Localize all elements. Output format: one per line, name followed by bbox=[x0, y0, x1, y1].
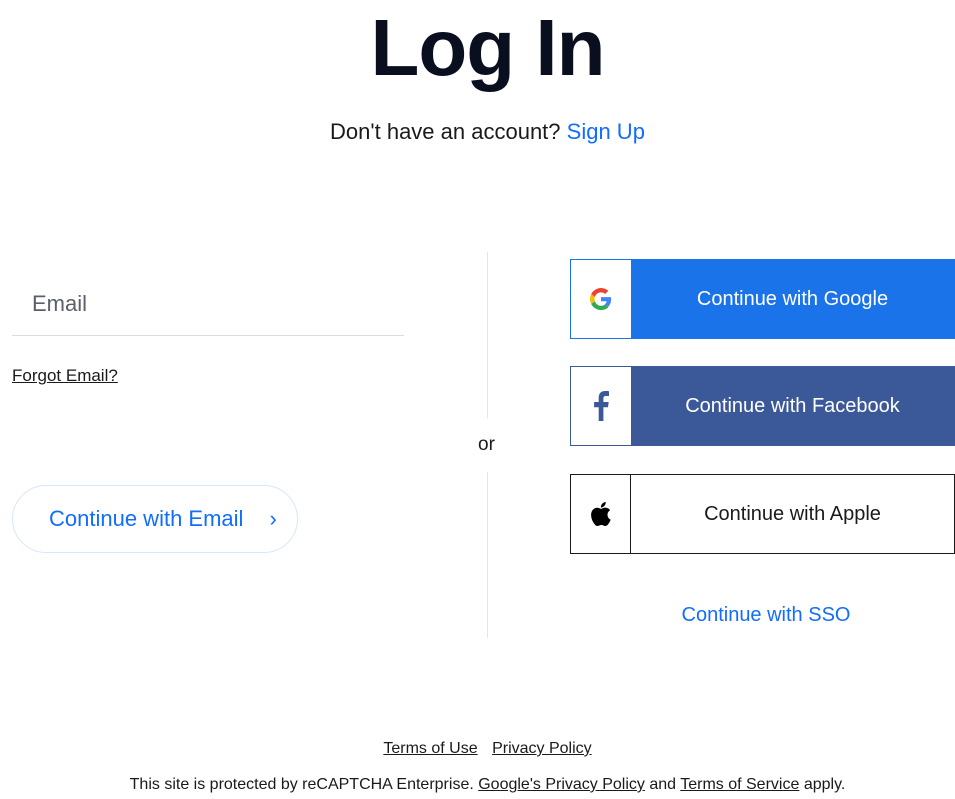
or-separator: or bbox=[478, 434, 495, 455]
footer-links: Terms of Use Privacy Policy bbox=[0, 740, 955, 758]
email-input[interactable] bbox=[12, 272, 404, 336]
continue-with-facebook-button[interactable]: Continue with Facebook bbox=[570, 366, 955, 446]
continue-with-google-button[interactable]: Continue with Google bbox=[570, 259, 955, 339]
continue-with-facebook-label: Continue with Facebook bbox=[685, 394, 900, 417]
continue-with-sso-link[interactable]: Continue with SSO bbox=[570, 604, 955, 627]
apple-icon bbox=[571, 475, 631, 553]
facebook-icon bbox=[571, 367, 631, 445]
chevron-right-icon: › bbox=[269, 506, 277, 531]
privacy-policy-link[interactable]: Privacy Policy bbox=[492, 740, 592, 757]
forgot-email-link[interactable]: Forgot Email? bbox=[12, 366, 118, 386]
recaptcha-notice: This site is protected by reCAPTCHA Ente… bbox=[0, 776, 955, 794]
divider-line-bottom bbox=[487, 472, 488, 638]
continue-with-apple-label: Continue with Apple bbox=[704, 502, 881, 525]
login-page: Log In Don't have an account? Sign Up Fo… bbox=[0, 0, 955, 799]
google-privacy-policy-link[interactable]: Google's Privacy Policy bbox=[478, 776, 645, 793]
signup-prompt: Don't have an account? Sign Up bbox=[0, 116, 955, 148]
signup-link[interactable]: Sign Up bbox=[567, 119, 645, 144]
continue-with-email-button[interactable]: Continue with Email › bbox=[12, 485, 298, 553]
recaptcha-apply: apply. bbox=[803, 776, 846, 793]
continue-with-email-label: Continue with Email bbox=[49, 506, 244, 531]
terms-of-service-link[interactable]: Terms of Service bbox=[680, 776, 799, 793]
signup-prompt-text: Don't have an account? bbox=[330, 119, 561, 144]
google-icon bbox=[571, 260, 631, 338]
continue-with-google-label: Continue with Google bbox=[696, 287, 889, 310]
page-title: Log In bbox=[370, 3, 606, 92]
recaptcha-prefix: This site is protected by reCAPTCHA Ente… bbox=[129, 776, 474, 793]
terms-of-use-link[interactable]: Terms of Use bbox=[383, 740, 477, 757]
recaptcha-and: and bbox=[649, 776, 677, 793]
continue-with-apple-button[interactable]: Continue with Apple bbox=[570, 474, 955, 554]
divider-line-top bbox=[487, 252, 488, 418]
